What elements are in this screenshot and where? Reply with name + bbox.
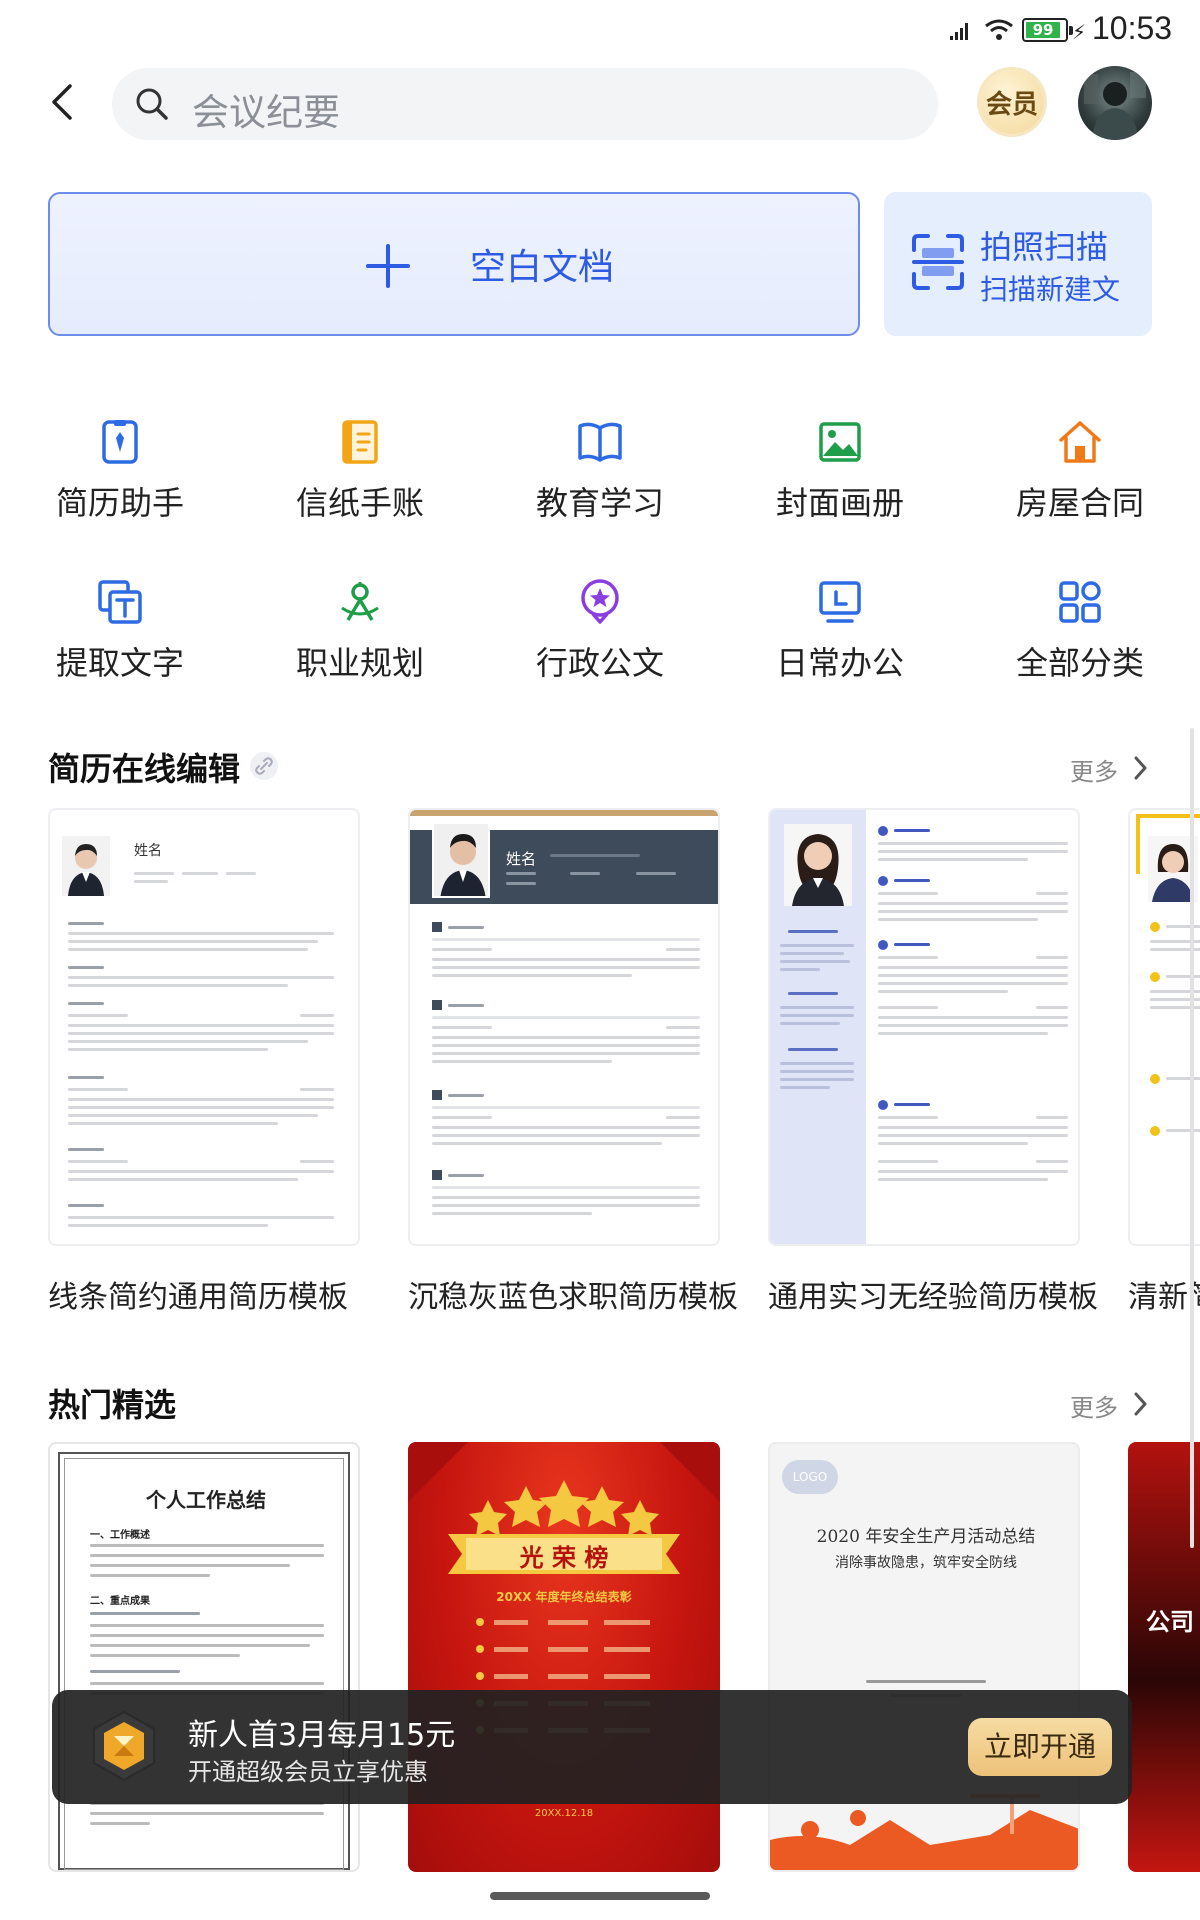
hot-template-card[interactable]: 光 荣 榜 20XX 年度年终总结表彰 20XX.12.18 bbox=[408, 1442, 720, 1872]
hot-card-title: 2020 年安全生产月活动总结 bbox=[816, 1527, 1036, 1547]
search-icon bbox=[136, 88, 168, 120]
honor-roll-subtitle: 20XX 年度年终总结表彰 bbox=[496, 1590, 632, 1604]
category-label: 房屋合同 bbox=[1015, 484, 1144, 522]
hot-card-title: 公司 bbox=[1146, 1608, 1194, 1636]
clock: 10:53 bbox=[1092, 10, 1173, 46]
category-administrative[interactable]: 行政公文 bbox=[500, 578, 700, 718]
hot-card-heading: 个人工作总结 bbox=[146, 1488, 266, 1512]
book-icon bbox=[578, 422, 622, 462]
chevron-right-icon[interactable] bbox=[1130, 1390, 1150, 1418]
battery-level: 99 bbox=[1032, 21, 1054, 39]
portrait-image bbox=[432, 822, 490, 898]
hot-section-title: 热门精选 bbox=[48, 1386, 177, 1424]
vip-badge-button[interactable]: 会员 bbox=[980, 70, 1044, 134]
monitor-icon bbox=[819, 581, 861, 623]
wifi-icon bbox=[985, 19, 1013, 40]
battery-indicator: 99 bbox=[1022, 18, 1073, 42]
grid-icon bbox=[1059, 581, 1101, 623]
category-education[interactable]: 教育学习 bbox=[500, 418, 700, 558]
scan-icon bbox=[912, 234, 964, 290]
scan-new-document-button[interactable]: 拍照扫描 扫描新建文 bbox=[884, 192, 1152, 336]
career-icon bbox=[341, 582, 379, 621]
resume-more-link[interactable]: 更多 bbox=[1070, 752, 1118, 787]
logo-placeholder: LOGO bbox=[782, 1460, 838, 1494]
hot-card-subheading: 一、工作概述 bbox=[90, 1530, 150, 1541]
category-label: 日常办公 bbox=[775, 644, 904, 682]
promo-title: 新人首3月每月15元 bbox=[188, 1718, 456, 1753]
blank-document-label: 空白文档 bbox=[470, 247, 615, 288]
badge-star-icon bbox=[581, 579, 619, 624]
resume-name: 姓名 bbox=[134, 843, 162, 859]
category-cover-album[interactable]: 封面画册 bbox=[740, 418, 940, 558]
signal-icon bbox=[950, 23, 968, 40]
status-bar: 99 ⚡ 10:53 bbox=[0, 0, 1200, 60]
resume-template-title[interactable]: 通用实习无经验简历模板 bbox=[768, 1272, 1098, 1316]
house-icon bbox=[1059, 421, 1101, 463]
category-career[interactable]: 职业规划 bbox=[260, 578, 460, 718]
resume-template-title[interactable]: 线条简约通用简历模板 bbox=[48, 1272, 348, 1316]
back-arrow-icon[interactable] bbox=[44, 82, 84, 122]
resume-name: 姓名 bbox=[506, 850, 537, 868]
promo-subtitle: 开通超级会员立享优惠 bbox=[188, 1758, 428, 1786]
honor-roll-date: 20XX.12.18 bbox=[534, 1808, 594, 1819]
portrait-image bbox=[62, 836, 110, 896]
new-blank-document-button[interactable]: 空白文档 bbox=[48, 192, 860, 336]
hot-card-subtitle: 消除事故隐患，筑牢安全防线 bbox=[835, 1555, 1017, 1571]
category-daily-office[interactable]: 日常办公 bbox=[740, 578, 940, 718]
link-icon[interactable] bbox=[250, 752, 278, 780]
activate-membership-button[interactable]: 立即开通 bbox=[968, 1718, 1112, 1776]
super-member-logo-icon bbox=[93, 1710, 155, 1782]
avatar-image bbox=[1084, 72, 1146, 140]
category-label: 信纸手账 bbox=[295, 484, 424, 522]
category-label: 提取文字 bbox=[55, 644, 184, 682]
category-label: 教育学习 bbox=[535, 484, 664, 522]
category-label: 行政公文 bbox=[535, 644, 664, 682]
category-extract-text[interactable]: 提取文字 bbox=[20, 578, 220, 718]
category-label: 简历助手 bbox=[55, 484, 184, 522]
resume-template-card[interactable]: 姓名 bbox=[408, 808, 720, 1246]
hot-template-card[interactable]: 个人工作总结 一、工作概述 二、重点成果 bbox=[48, 1442, 360, 1872]
search-input[interactable]: 会议纪要 bbox=[112, 68, 938, 140]
membership-promo-banner: 新人首3月每月15元 开通超级会员立享优惠 立即开通 bbox=[52, 1690, 1132, 1804]
search-placeholder: 会议纪要 bbox=[192, 91, 340, 134]
scroll-indicator bbox=[1190, 728, 1194, 1548]
resume-section-title: 简历在线编辑 bbox=[48, 750, 241, 788]
home-indicator[interactable] bbox=[490, 1892, 710, 1900]
chevron-right-icon[interactable] bbox=[1130, 754, 1150, 782]
hot-more-link[interactable]: 更多 bbox=[1070, 1388, 1118, 1423]
hot-template-card[interactable]: LOGO 2020 年安全生产月活动总结 消除事故隐患，筑牢安全防线 bbox=[768, 1442, 1080, 1872]
extract-text-icon bbox=[98, 580, 142, 624]
scan-subtitle: 扫描新建文 bbox=[980, 273, 1121, 306]
category-resume[interactable]: 简历助手 bbox=[20, 418, 220, 558]
category-house-contract[interactable]: 房屋合同 bbox=[980, 418, 1180, 558]
notebook-icon bbox=[342, 420, 378, 464]
logo-text: LOGO bbox=[792, 1470, 828, 1484]
scan-title: 拍照扫描 bbox=[980, 228, 1109, 266]
category-label: 全部分类 bbox=[1015, 644, 1144, 682]
app-screen: 99 ⚡ 10:53 会议纪要 会员 空白文档 拍照扫描 扫描新建文 简历助手 … bbox=[0, 0, 1200, 1920]
activate-button-label: 立即开通 bbox=[983, 1730, 1096, 1763]
portrait-image bbox=[784, 824, 852, 906]
category-all[interactable]: 全部分类 bbox=[980, 578, 1180, 718]
resume-template-card[interactable] bbox=[768, 808, 1080, 1246]
hot-card-subheading: 二、重点成果 bbox=[90, 1596, 150, 1607]
resume-template-card[interactable]: 姓名 bbox=[48, 808, 360, 1246]
vip-label: 会员 bbox=[985, 90, 1038, 120]
category-stationery[interactable]: 信纸手账 bbox=[260, 418, 460, 558]
charging-icon: ⚡ bbox=[1072, 20, 1087, 44]
category-label: 职业规划 bbox=[295, 644, 424, 682]
plus-icon bbox=[366, 244, 410, 288]
image-icon bbox=[819, 422, 861, 462]
user-avatar[interactable] bbox=[1078, 66, 1152, 140]
resume-template-title[interactable]: 沉稳灰蓝色求职简历模板 bbox=[408, 1272, 738, 1316]
honor-roll-banner: 光 荣 榜 bbox=[519, 1543, 609, 1572]
resume-icon bbox=[102, 420, 138, 464]
category-label: 封面画册 bbox=[775, 484, 904, 522]
